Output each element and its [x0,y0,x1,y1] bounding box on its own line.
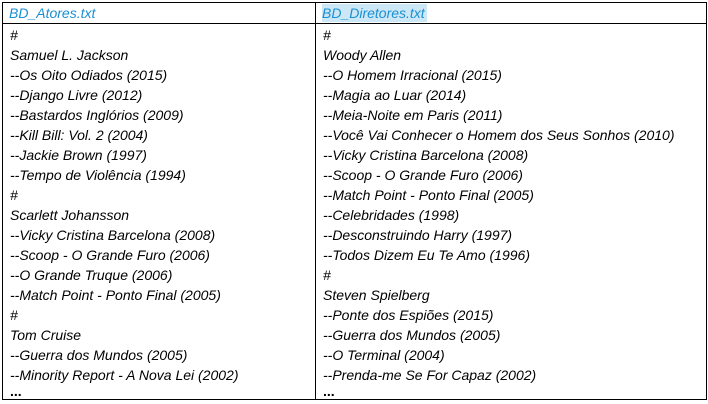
left-header-cell: BD_Atores.txt [2,2,316,24]
list-item: --Vicky Cristina Barcelona (2008) [323,147,529,163]
list-item: # [10,187,18,203]
list-item: Steven Spielberg [323,287,430,303]
list-item: Woody Allen [323,47,402,63]
header-row: BD_Atores.txt BD_Diretores.txt [2,2,707,24]
list-item: --Tempo de Violência (1994) [10,167,186,183]
list-item: --Scoop - O Grande Furo (2006) [323,167,523,183]
continuation-ellipsis: ... [323,383,335,399]
list-item: --Os Oito Odiados (2015) [10,67,168,83]
list-item: --Desconstruindo Harry (1997) [323,227,513,243]
left-filename: BD_Atores.txt [9,5,96,21]
right-header-cell: BD_Diretores.txt [315,2,707,24]
right-filename: BD_Diretores.txt [322,4,427,22]
file-comparison-table: BD_Atores.txt BD_Diretores.txt # Samuel … [2,2,707,400]
list-item: --Guerra dos Mundos (2005) [323,327,501,343]
list-item: --O Grande Truque (2006) [10,267,173,283]
list-item: --Guerra dos Mundos (2005) [10,347,188,363]
list-item: --O Terminal (2004) [323,347,445,363]
list-item: Samuel L. Jackson [10,47,129,63]
list-item: --Jackie Brown (1997) [10,147,147,163]
right-content-cell: # Woody Allen --O Homem Irracional (2015… [315,23,707,400]
left-line-list: # Samuel L. Jackson --Os Oito Odiados (2… [10,25,315,399]
list-item: --Você Vai Conhecer o Homem dos Seus Son… [323,127,675,143]
continuation-ellipsis: ... [10,383,22,399]
list-item: # [10,27,18,43]
list-item: --Minority Report - A Nova Lei (2002) [10,367,239,383]
list-item: # [10,307,18,323]
list-item: --Kill Bill: Vol. 2 (2004) [10,127,148,143]
list-item: --Meia-Noite em Paris (2011) [323,107,503,123]
left-content-cell: # Samuel L. Jackson --Os Oito Odiados (2… [2,23,316,400]
list-item: Tom Cruise [10,327,82,343]
list-item: --Vicky Cristina Barcelona (2008) [10,227,216,243]
list-item: --Scoop - O Grande Furo (2006) [10,247,210,263]
list-item: # [323,267,331,283]
list-item: --Prenda-me Se For Capaz (2002) [323,367,537,383]
content-row: # Samuel L. Jackson --Os Oito Odiados (2… [2,23,707,400]
list-item: --Django Livre (2012) [10,87,143,103]
right-line-list: # Woody Allen --O Homem Irracional (2015… [323,25,706,399]
list-item: --Celebridades (1998) [323,207,460,223]
list-item: Scarlett Johansson [10,207,130,223]
list-item: --Bastardos Inglórios (2009) [10,107,184,123]
list-item: --Match Point - Ponto Final (2005) [323,187,534,203]
list-item: --Ponte dos Espiões (2015) [323,307,494,323]
list-item: --Match Point - Ponto Final (2005) [10,287,221,303]
list-item: --O Homem Irracional (2015) [323,67,502,83]
list-item: # [323,27,331,43]
list-item: --Todos Dizem Eu Te Amo (1996) [323,247,530,263]
list-item: --Magia ao Luar (2014) [323,87,467,103]
